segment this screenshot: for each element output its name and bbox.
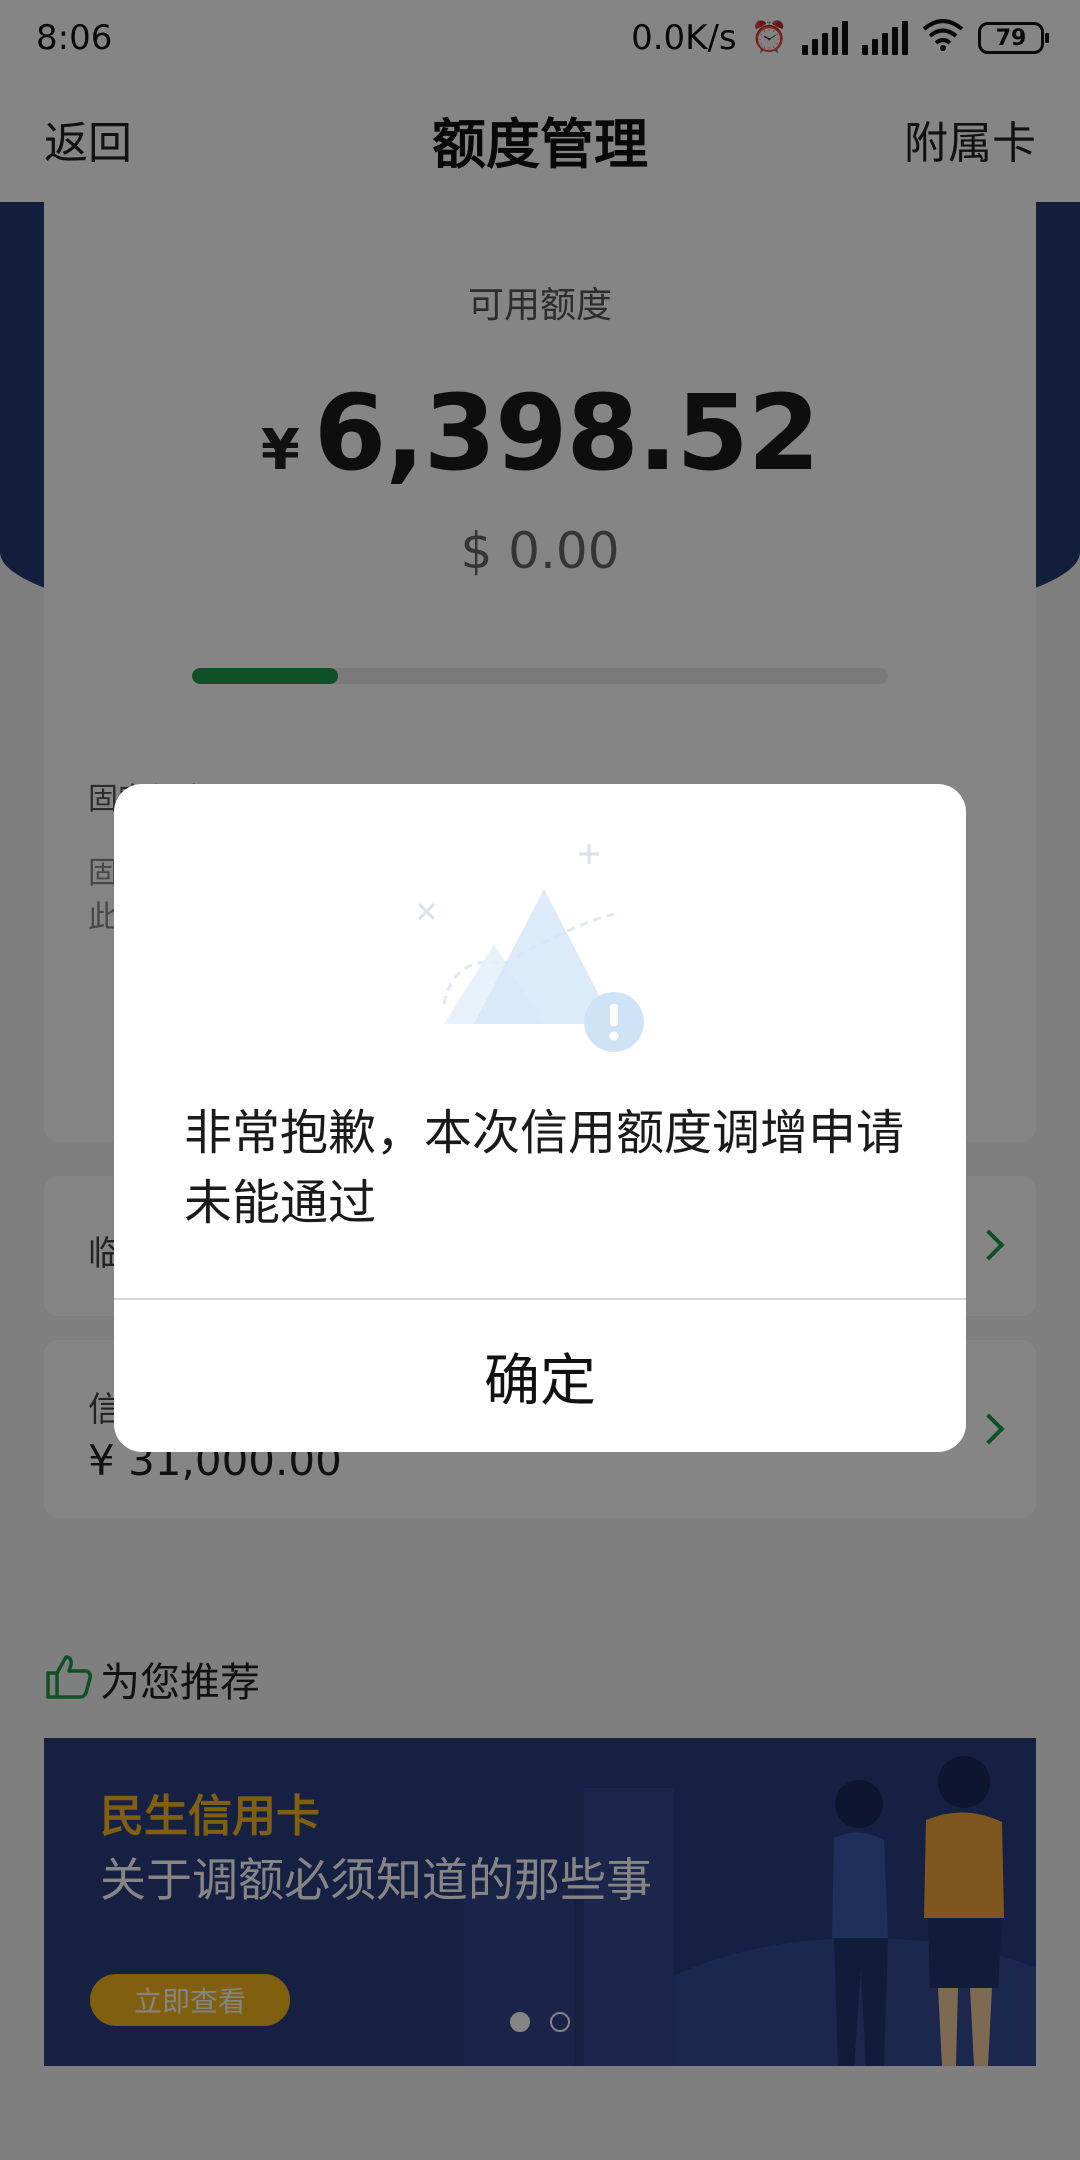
rejection-dialog: 非常抱歉，本次信用额度调增申请未能通过 确定 [114, 784, 966, 1452]
confirm-button[interactable]: 确定 [114, 1300, 966, 1452]
warning-illustration-icon [417, 844, 644, 1052]
dialog-message: 非常抱歉，本次信用额度调增申请未能通过 [184, 1105, 905, 1231]
